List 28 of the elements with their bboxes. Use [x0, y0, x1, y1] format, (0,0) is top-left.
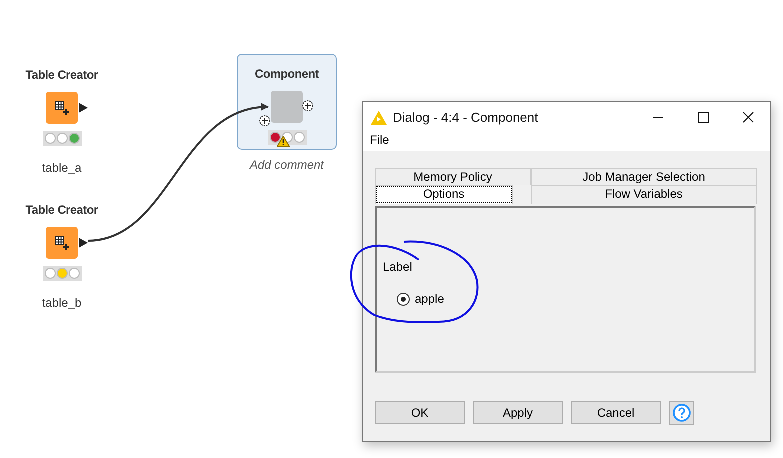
dialog-button[interactable]: Apply — [473, 401, 563, 424]
add-comment-link[interactable]: Add comment — [250, 158, 324, 172]
add-port-icon[interactable] — [302, 100, 314, 112]
node-title: Component — [255, 67, 319, 83]
field-label: Label — [383, 260, 414, 274]
node-title: Table Creator — [26, 68, 98, 84]
add-port-icon[interactable] — [259, 115, 271, 127]
node-title: Table Creator — [26, 203, 98, 219]
table-creator-icon[interactable] — [46, 227, 78, 259]
maximize-icon[interactable] — [698, 112, 709, 123]
triangle-logo-icon — [371, 110, 387, 124]
port-triangle-icon[interactable] — [79, 238, 88, 248]
radio-button[interactable] — [397, 292, 410, 306]
node-label: table_a — [42, 161, 82, 175]
tab[interactable]: Options — [375, 185, 513, 204]
menu-item[interactable]: File — [370, 133, 390, 147]
dialog-button[interactable]: OK — [375, 401, 465, 424]
window-title: Dialog - 4:4 - Component — [393, 110, 538, 125]
radio-label: apple — [415, 292, 444, 306]
help-button[interactable] — [669, 401, 694, 425]
tab[interactable]: Flow Variables — [531, 185, 757, 204]
dialog-button[interactable]: Cancel — [571, 401, 661, 424]
tab[interactable]: Memory Policy — [375, 168, 531, 185]
close-icon[interactable] — [743, 112, 754, 123]
tab[interactable]: Job Manager Selection — [531, 168, 757, 185]
node-label: table_b — [42, 296, 82, 310]
port-triangle-icon[interactable] — [79, 103, 88, 113]
table-creator-icon[interactable] — [46, 92, 78, 124]
